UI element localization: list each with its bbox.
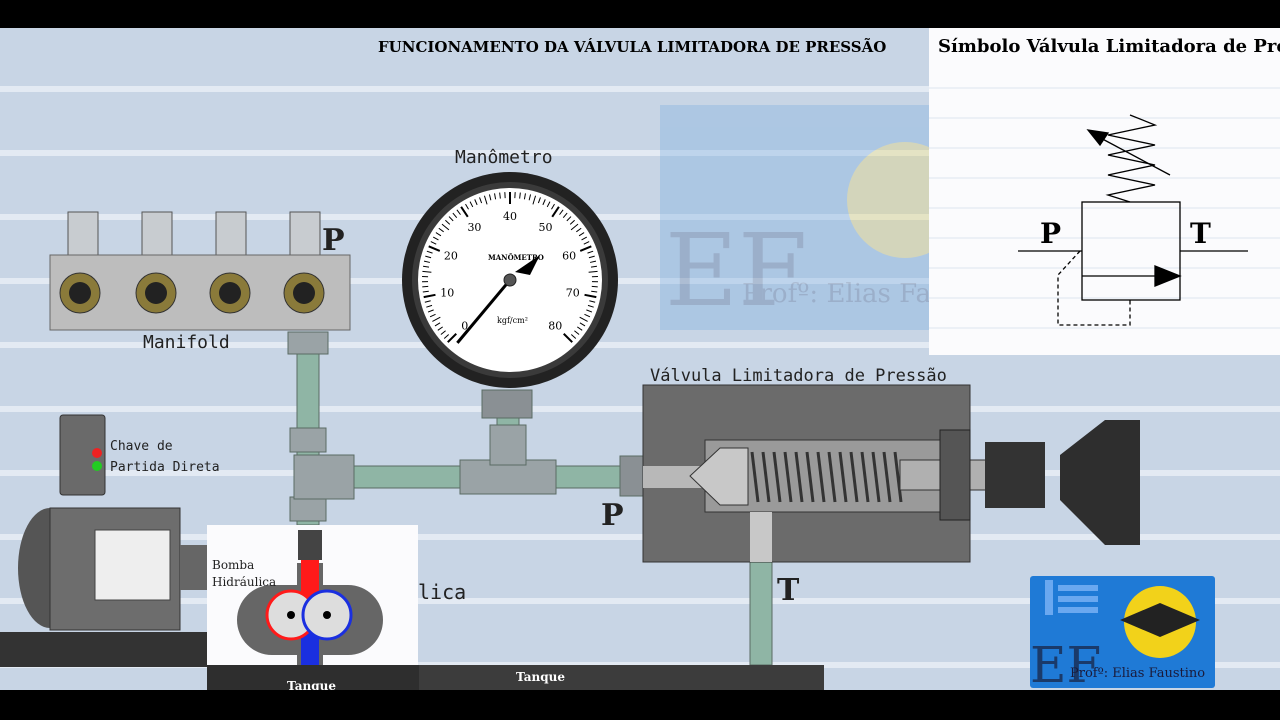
valve-port-t: T: [777, 573, 800, 608]
gauge-tick-label: 10: [440, 286, 454, 299]
page-title: FUNCIONAMENTO DA VÁLVULA LIMITADORA DE P…: [378, 37, 886, 56]
switch-label-1: Chave de: [110, 439, 173, 454]
symbol-title: Símbolo Válvula Limitadora de Pre: [938, 36, 1280, 57]
svg-text:EF: EF: [665, 212, 807, 329]
tank-label-right: Tanque: [516, 670, 565, 684]
motor-base: [0, 632, 207, 667]
gauge-tick-label: 60: [562, 250, 576, 263]
pump-label-2: Hidráulica: [212, 575, 276, 589]
electric-motor: [18, 507, 208, 631]
manifold: [49, 211, 351, 331]
hidden-pump-label-tail: lica: [418, 580, 466, 604]
gauge-label: Manômetro: [455, 147, 553, 168]
svg-text:EF: EF: [1030, 636, 1101, 690]
pump-label-1: Bomba: [212, 558, 254, 572]
symbol-panel: Símbolo Válvula Limitadora de Pre P T: [929, 28, 1280, 355]
gauge-unit: kgf/cm²: [497, 316, 528, 325]
symbol-port-p: P: [1040, 217, 1061, 250]
gauge-tick-label: 70: [566, 286, 580, 299]
tank-label-left: Tanque: [287, 679, 336, 690]
gauge-tick: [519, 192, 521, 199]
valve-label: Válvula Limitadora de Pressão: [650, 366, 947, 386]
tank-right: [419, 665, 824, 690]
valve-port-p: P: [601, 498, 624, 533]
relief-valve: [642, 384, 1140, 563]
manifold-port-p: P: [322, 223, 345, 258]
animation-stage: EF Profº: Elias Faustino FUNCIONAMENTO D…: [0, 28, 1280, 694]
gauge-tick-label: 50: [539, 221, 553, 234]
gauge-tick-label: 80: [548, 319, 562, 332]
manifold-label: Manifold: [143, 332, 230, 353]
gauge-tick-label: 30: [467, 221, 481, 234]
symbol-port-t: T: [1190, 217, 1211, 250]
switch-label-2: Partida Direta: [110, 460, 220, 475]
author-logo: EF Profº: Elias Faustino: [1030, 576, 1215, 694]
gauge-tick-label: 20: [444, 250, 458, 263]
pressure-gauge: 01020304050607080 MANÔMETRO kgf/cm²: [402, 172, 618, 388]
gauge-tick-label: 40: [503, 210, 517, 223]
svg-text:Profº: Elias Faustino: Profº: Elias Faustino: [1070, 666, 1205, 681]
gauge-tick: [499, 192, 501, 199]
start-switch[interactable]: [59, 414, 106, 496]
pump-inset: [207, 525, 418, 665]
